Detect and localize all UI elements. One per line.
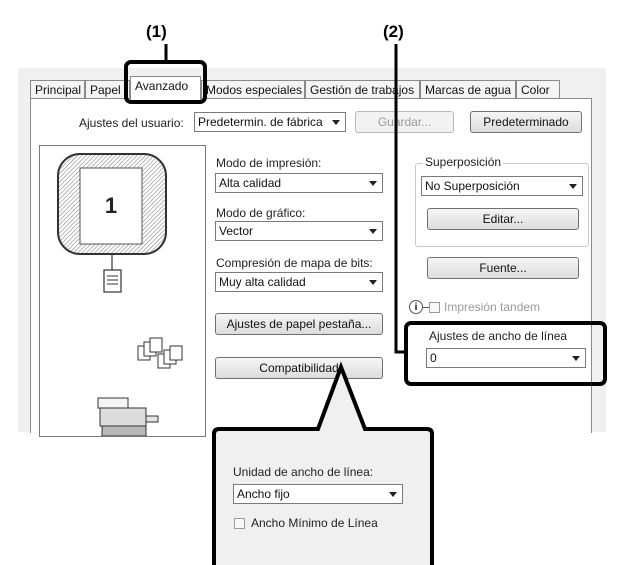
preview-page-number: 1 bbox=[104, 193, 118, 218]
default-button[interactable]: Predeterminado bbox=[470, 111, 582, 133]
callout-1: (1) bbox=[146, 22, 167, 41]
chevron-down-icon bbox=[569, 184, 577, 189]
min-line-width-checkbox[interactable] bbox=[234, 518, 245, 529]
printer-icon bbox=[97, 397, 159, 437]
overlay-group-title: Superposición bbox=[423, 155, 504, 169]
stacked-pages-icon bbox=[137, 337, 183, 369]
tab-gestion-trabajos[interactable]: Gestión de trabajos bbox=[305, 80, 420, 98]
tandem-checkbox[interactable] bbox=[429, 302, 440, 313]
popup-content: Unidad de ancho de línea: Ancho fijo Anc… bbox=[220, 438, 426, 565]
line-width-value: 0 bbox=[430, 351, 437, 365]
graphics-mode-label: Modo de gráfico: bbox=[216, 206, 306, 220]
bitmap-compression-value: Muy alta calidad bbox=[219, 275, 306, 289]
overlay-select[interactable]: No Superposición bbox=[421, 176, 583, 196]
graphics-mode-select[interactable]: Vector bbox=[215, 221, 383, 241]
chevron-down-icon bbox=[389, 492, 397, 497]
chevron-down-icon bbox=[369, 229, 377, 234]
line-width-label: Ajustes de ancho de línea bbox=[429, 329, 568, 343]
line-width-select[interactable]: 0 bbox=[426, 348, 586, 368]
bitmap-compression-select[interactable]: Muy alta calidad bbox=[215, 272, 383, 292]
tab-bar: Principal Papel Avanzado Modos especiale… bbox=[30, 76, 618, 100]
line-width-unit-label: Unidad de ancho de línea: bbox=[233, 465, 374, 479]
print-mode-select[interactable]: Alta calidad bbox=[215, 173, 383, 193]
font-button[interactable]: Fuente... bbox=[427, 257, 579, 279]
callout-2: (2) bbox=[383, 22, 404, 41]
edit-overlay-button[interactable]: Editar... bbox=[427, 208, 579, 230]
user-settings-value: Predetermin. de fábrica bbox=[198, 115, 323, 129]
tab-principal[interactable]: Principal bbox=[30, 80, 85, 98]
user-settings-select[interactable]: Predetermin. de fábrica bbox=[194, 112, 346, 132]
print-mode-label: Modo de impresión: bbox=[216, 156, 322, 170]
preview-area: 1 bbox=[39, 145, 206, 437]
tab-paper-settings-button[interactable]: Ajustes de papel pestaña... bbox=[215, 313, 383, 335]
tab-color[interactable]: Color bbox=[516, 80, 560, 98]
advanced-tab-panel: Ajustes del usuario: Predetermin. de fáb… bbox=[30, 98, 592, 437]
line-width-unit-select[interactable]: Ancho fijo bbox=[233, 484, 403, 504]
min-line-width-label: Ancho Mínimo de Línea bbox=[251, 516, 378, 530]
overlay-value: No Superposición bbox=[425, 179, 520, 193]
chevron-down-icon bbox=[369, 181, 377, 186]
user-settings-label: Ajustes del usuario: bbox=[79, 116, 184, 130]
graphics-mode-value: Vector bbox=[219, 224, 254, 238]
tandem-label: Impresión tandem bbox=[444, 300, 541, 314]
save-button[interactable]: Guardar... bbox=[355, 111, 454, 133]
tab-papel[interactable]: Papel bbox=[85, 80, 130, 98]
chevron-down-icon bbox=[332, 120, 340, 125]
print-mode-value: Alta calidad bbox=[219, 176, 282, 190]
line-width-unit-value: Ancho fijo bbox=[237, 487, 290, 501]
tab-marcas-agua[interactable]: Marcas de agua bbox=[420, 80, 516, 98]
info-icon[interactable]: i bbox=[409, 300, 423, 314]
bitmap-compression-label: Compresión de mapa de bits: bbox=[216, 256, 373, 270]
printer-properties-dialog: Principal Papel Avanzado Modos especiale… bbox=[18, 68, 606, 437]
chevron-down-icon bbox=[572, 356, 580, 361]
tab-avanzado[interactable]: Avanzado bbox=[130, 76, 201, 100]
compatibility-button[interactable]: Compatibilidad bbox=[215, 357, 383, 379]
tab-modos-especiales[interactable]: Modos especiales bbox=[201, 80, 305, 98]
chevron-down-icon bbox=[369, 280, 377, 285]
